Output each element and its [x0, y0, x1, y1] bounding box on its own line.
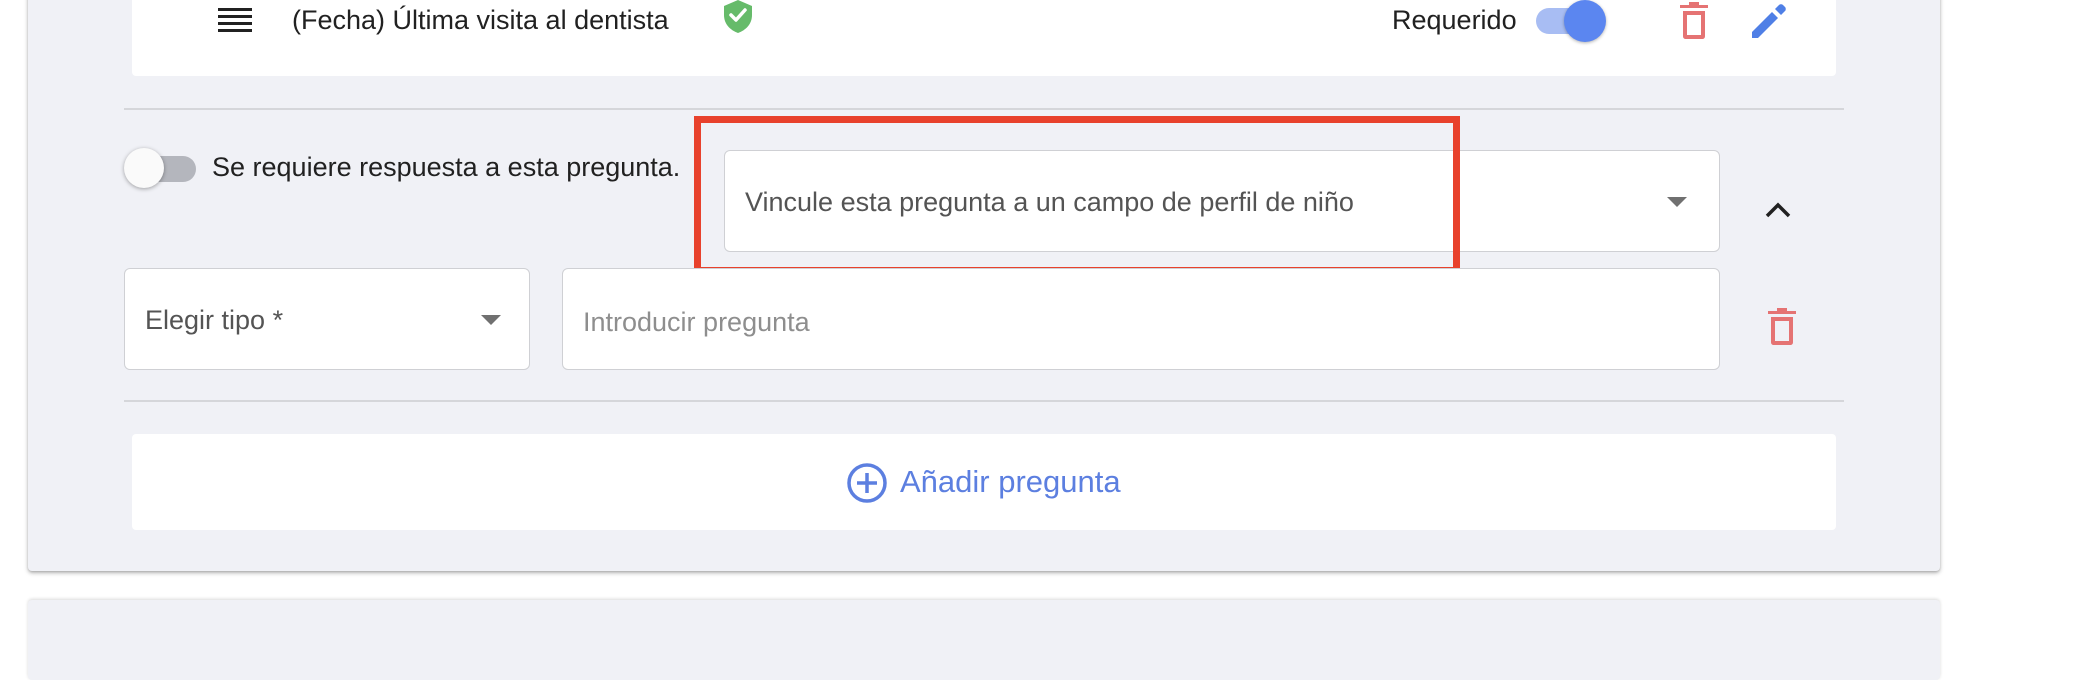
drag-handle-icon[interactable]	[216, 6, 256, 36]
divider-bottom	[124, 400, 1844, 402]
question-input-placeholder: Introducir pregunta	[583, 307, 810, 337]
required-toggle[interactable]	[1534, 0, 1608, 42]
plus-circle-icon	[847, 463, 887, 503]
chevron-up-icon[interactable]	[1764, 200, 1792, 220]
require-answer-label: Se requiere respuesta a esta pregunta.	[212, 152, 681, 182]
next-section-card	[28, 600, 1940, 680]
shield-check-icon	[724, 0, 752, 33]
highlight-box	[694, 116, 1460, 274]
question-input[interactable]: Introducir pregunta	[562, 268, 1720, 370]
divider-top	[124, 108, 1844, 110]
chevron-down-icon	[481, 315, 501, 325]
type-select[interactable]: Elegir tipo *	[124, 268, 530, 370]
trash-icon[interactable]	[1678, 2, 1710, 40]
question-title: (Fecha) Última visita al dentista	[292, 5, 669, 35]
trash-icon[interactable]	[1766, 308, 1798, 346]
required-label: Requerido	[1392, 5, 1517, 35]
add-question-label: Añadir pregunta	[900, 464, 1121, 499]
pencil-icon[interactable]	[1748, 2, 1788, 42]
add-question-button[interactable]: Añadir pregunta	[132, 434, 1836, 530]
require-answer-toggle[interactable]	[124, 148, 200, 188]
type-select-label: Elegir tipo *	[145, 305, 284, 335]
chevron-down-icon	[1667, 197, 1687, 207]
